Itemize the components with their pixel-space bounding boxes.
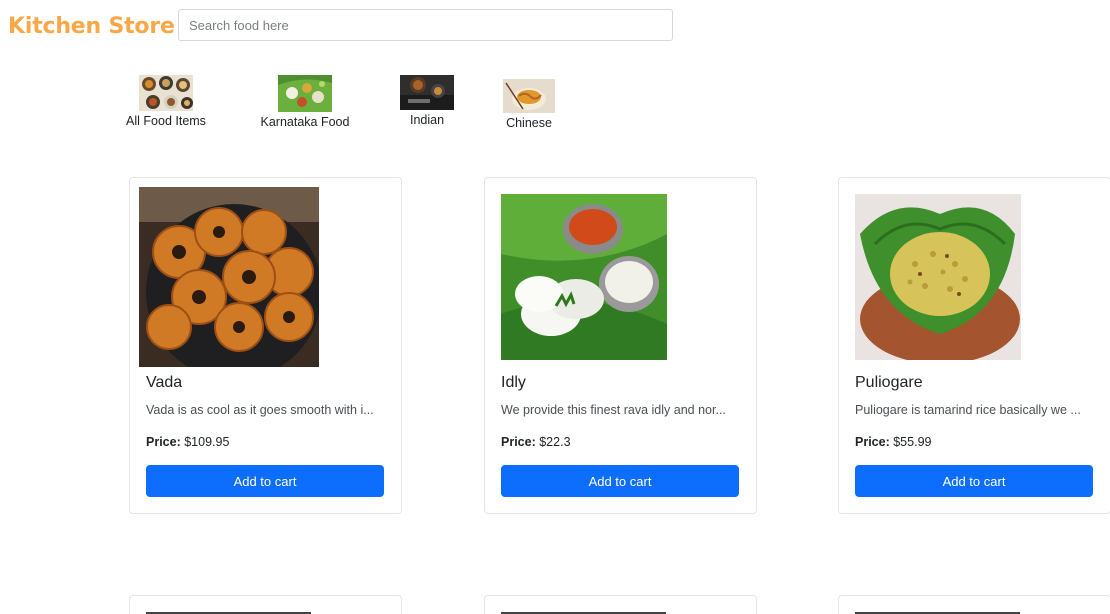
category-label: Indian xyxy=(409,113,445,127)
price-value: $55.99 xyxy=(893,435,932,449)
product-card-puliogare: Puliogare Puliogare is tamarind rice bas… xyxy=(838,177,1110,514)
search-input[interactable] xyxy=(178,9,673,41)
price-value: $109.95 xyxy=(184,435,230,449)
product-title: Idly xyxy=(501,374,526,391)
brand-logo[interactable]: Kitchen Store xyxy=(8,14,175,39)
product-price: Price: $109.95 xyxy=(146,435,229,449)
category-label: Karnataka Food xyxy=(260,115,350,129)
category-label: Chinese xyxy=(506,116,552,130)
product-description: We provide this finest rava idly and nor… xyxy=(501,403,726,417)
vada-image xyxy=(139,187,319,367)
food-platter-icon xyxy=(139,75,193,111)
puliogare-image xyxy=(855,194,1021,360)
category-indian[interactable]: Indian xyxy=(394,75,460,127)
product-price: Price: $55.99 xyxy=(855,435,931,449)
idly-image xyxy=(501,194,667,360)
product-title: Puliogare xyxy=(855,374,923,391)
category-label: All Food Items xyxy=(126,114,206,128)
add-to-cart-button[interactable]: Add to cart xyxy=(146,465,384,497)
price-label: Price: xyxy=(501,435,536,449)
product-card-partial xyxy=(129,595,402,614)
product-card-vada: Vada Vada is as cool as it goes smooth w… xyxy=(129,177,402,514)
product-description: Vada is as cool as it goes smooth with i… xyxy=(146,403,374,417)
product-card-partial xyxy=(484,595,757,614)
banana-leaf-meal-icon xyxy=(278,75,332,112)
category-all-food-items[interactable]: All Food Items xyxy=(118,75,214,128)
product-price: Price: $22.3 xyxy=(501,435,571,449)
product-card-idly: Idly We provide this finest rava idly an… xyxy=(484,177,757,514)
category-chinese[interactable]: Chinese xyxy=(496,79,562,130)
noodle-bowl-icon xyxy=(503,79,555,113)
category-karnataka-food[interactable]: Karnataka Food xyxy=(255,75,355,129)
product-description: Puliogare is tamarind rice basically we … xyxy=(855,403,1081,417)
product-title: Vada xyxy=(146,374,183,391)
add-to-cart-button[interactable]: Add to cart xyxy=(501,465,739,497)
price-value: $22.3 xyxy=(539,435,571,449)
indian-dish-icon xyxy=(400,75,454,110)
price-label: Price: xyxy=(146,435,181,449)
add-to-cart-button[interactable]: Add to cart xyxy=(855,465,1093,497)
price-label: Price: xyxy=(855,435,890,449)
product-card-partial xyxy=(838,595,1110,614)
